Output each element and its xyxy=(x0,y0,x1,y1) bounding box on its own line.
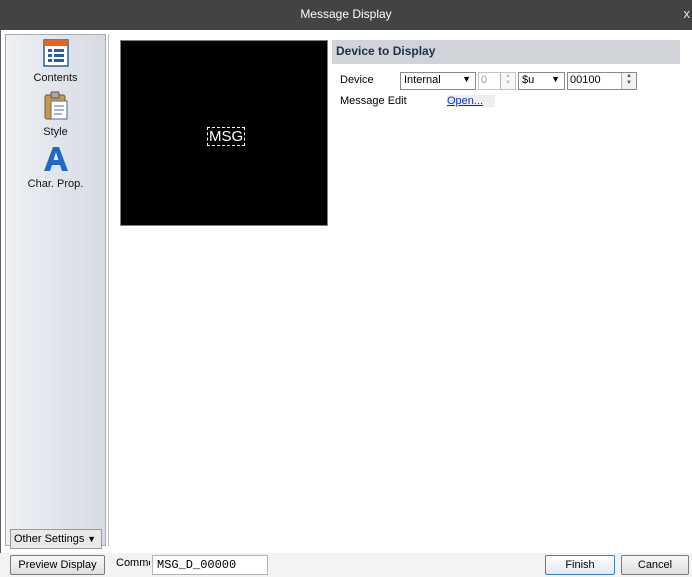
other-settings-label: Other Settings xyxy=(14,533,85,545)
spin-icon[interactable]: ▲ ▼ xyxy=(621,73,636,89)
sidebar-item-label: Contents xyxy=(33,72,78,84)
message-edit-label: Message Edit xyxy=(340,95,407,107)
other-settings-button[interactable]: Other Settings ▼ xyxy=(10,529,102,549)
letter-a-icon xyxy=(43,147,68,171)
sidebar-item-label: Char. Prop. xyxy=(27,178,84,190)
comment-label: Comment xyxy=(116,557,150,569)
preview-msg-text[interactable]: MSG xyxy=(207,127,246,146)
register-select[interactable]: $u ▼ xyxy=(518,72,565,90)
panel-divider xyxy=(108,34,109,546)
clipboard-icon xyxy=(44,91,67,120)
register-value: $u xyxy=(522,74,535,86)
address-field[interactable]: 00100 ▲ ▼ xyxy=(567,72,637,90)
open-link[interactable]: Open... xyxy=(447,95,496,107)
chevron-down-icon: ▼ xyxy=(551,74,560,84)
title-bar: Message Display x xyxy=(0,0,692,30)
address-value: 00100 xyxy=(570,74,601,86)
section-header: Device to Display xyxy=(332,40,680,64)
sidebar-item-label: Style xyxy=(43,126,68,138)
device-index-value: 0 xyxy=(481,74,488,86)
spin-icon: ▲ ▼ xyxy=(500,73,515,89)
sidebar-item-style[interactable]: Style xyxy=(6,91,105,138)
device-type-select[interactable]: Internal ▼ xyxy=(400,72,476,90)
chevron-down-icon: ▼ xyxy=(462,74,471,84)
window-title: Message Display xyxy=(300,7,392,21)
sidebar: Contents Style Char. Prop. xyxy=(5,34,106,546)
window-border xyxy=(0,30,1,577)
sidebar-item-contents[interactable]: Contents xyxy=(6,39,105,84)
preview-display-button[interactable]: Preview Display xyxy=(10,555,105,575)
finish-button[interactable]: Finish xyxy=(545,555,615,575)
sidebar-item-char-prop[interactable]: Char. Prop. xyxy=(6,145,105,190)
device-index-field: 0 ▲ ▼ xyxy=(478,72,516,90)
cancel-button[interactable]: Cancel xyxy=(621,555,689,575)
preview-area: MSG xyxy=(120,40,328,226)
device-label: Device xyxy=(340,74,374,86)
device-type-value: Internal xyxy=(404,74,441,86)
comment-input[interactable]: MSG_D_00000 xyxy=(152,555,268,575)
contents-icon xyxy=(42,39,69,67)
chevron-down-icon: ▼ xyxy=(87,534,96,544)
close-icon[interactable]: x xyxy=(678,6,691,22)
